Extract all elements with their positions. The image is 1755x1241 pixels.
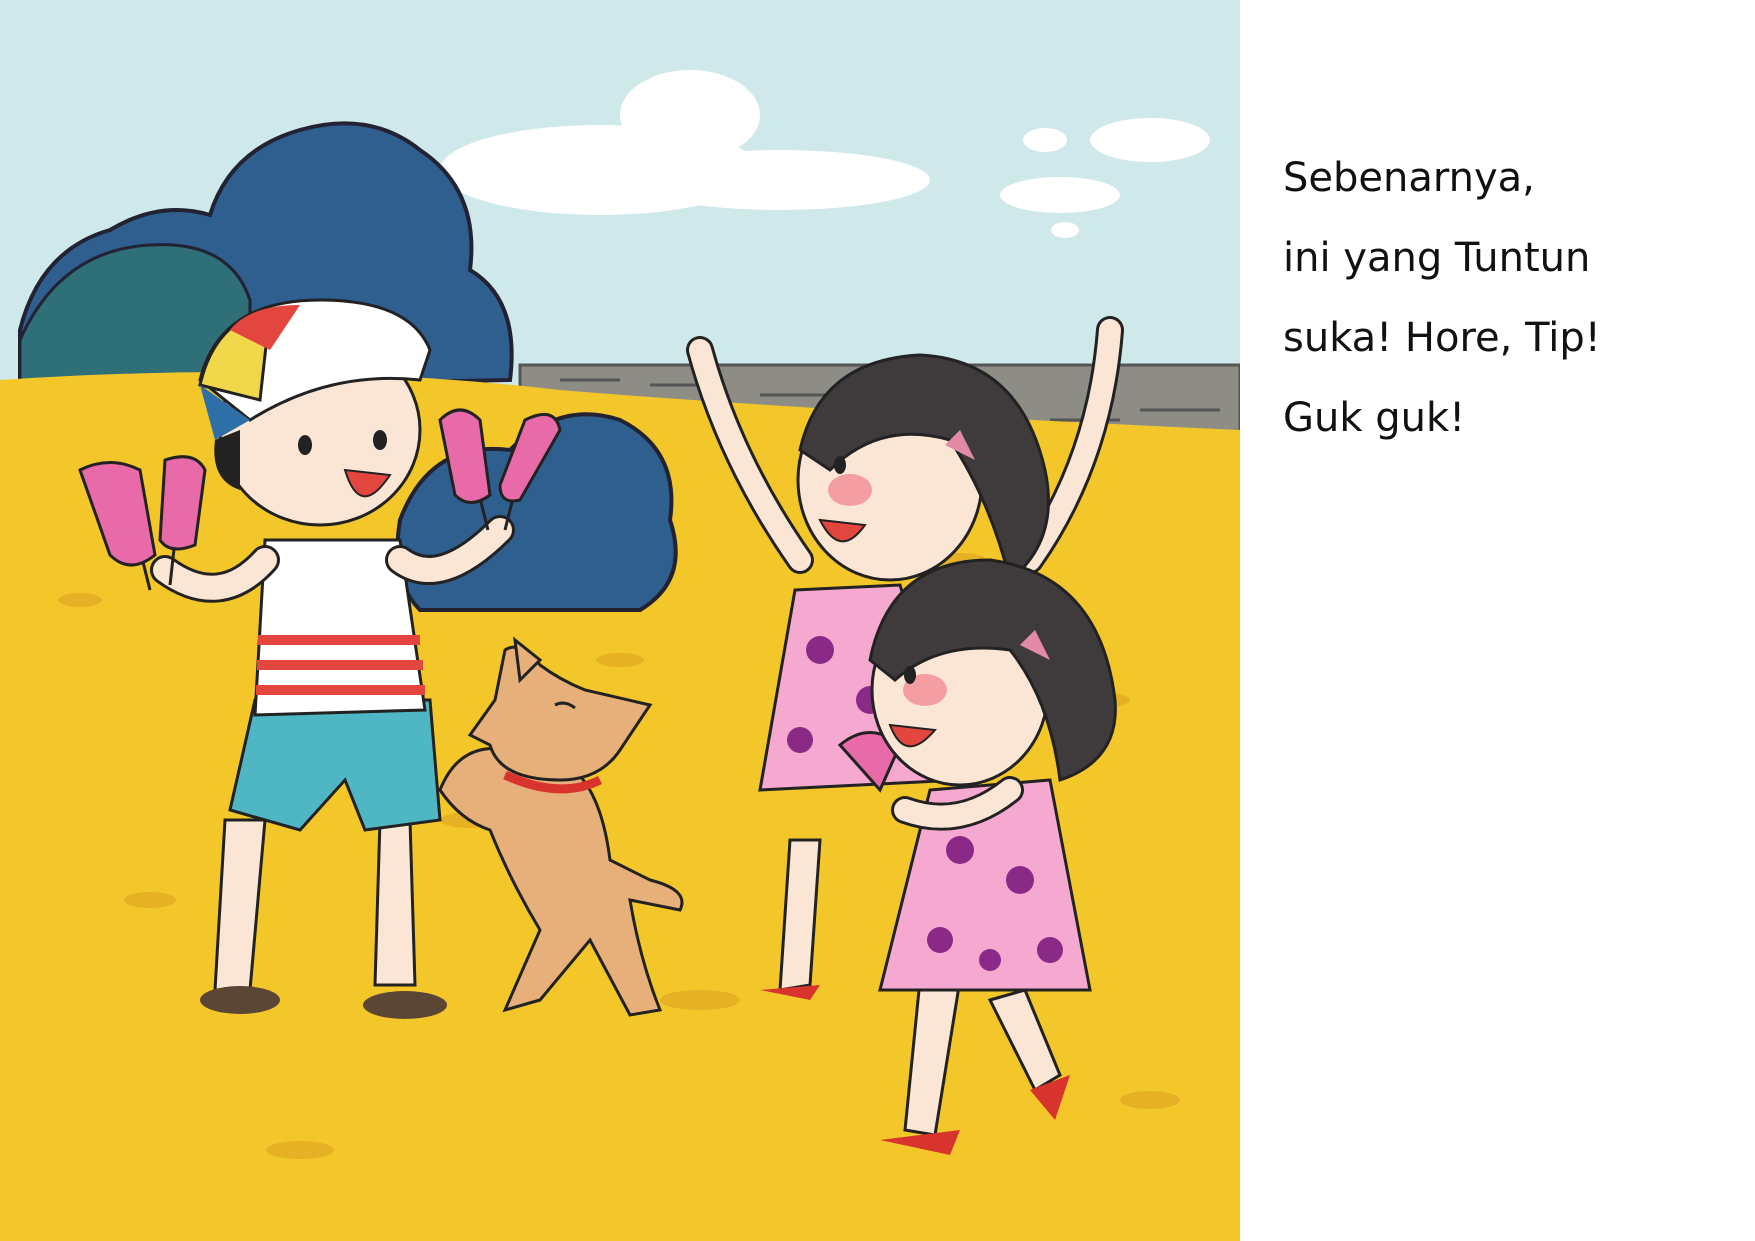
story-text: Sebenarnya, ini yang Tuntun suka! Hore, … — [1283, 138, 1723, 458]
story-line: suka! Hore, Tip! — [1283, 315, 1601, 361]
story-line: ini yang Tuntun — [1283, 235, 1591, 281]
beach-scene-svg — [0, 0, 1240, 1241]
story-line: Sebenarnya, — [1283, 155, 1535, 201]
story-illustration — [0, 0, 1240, 1241]
story-line: Guk guk! — [1283, 395, 1466, 441]
